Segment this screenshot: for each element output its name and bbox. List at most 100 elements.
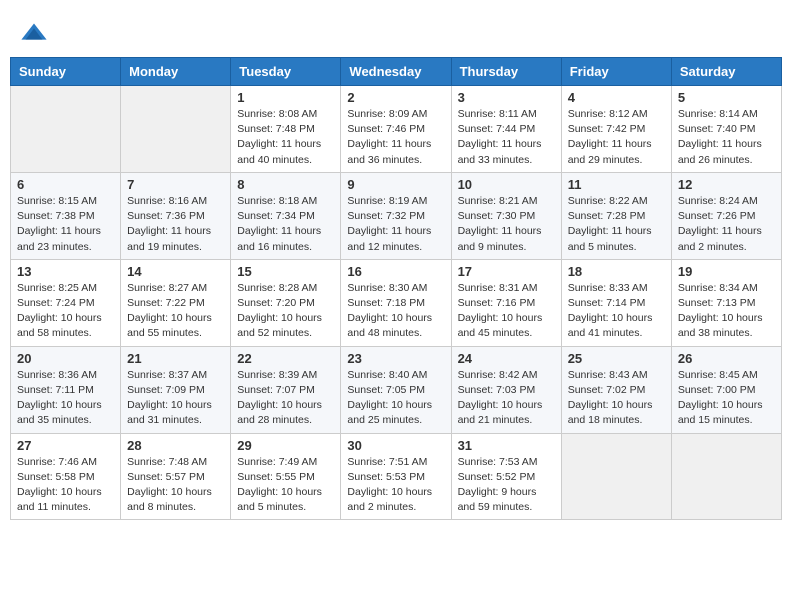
day-number: 11 — [568, 177, 665, 192]
calendar-week-2: 6 Sunrise: 8:15 AMSunset: 7:38 PMDaylight… — [11, 172, 782, 259]
calendar-week-4: 20 Sunrise: 8:36 AMSunset: 7:11 PMDayligh… — [11, 346, 782, 433]
calendar-cell: 13 Sunrise: 8:25 AMSunset: 7:24 PMDayligh… — [11, 259, 121, 346]
calendar-week-1: 1 Sunrise: 8:08 AMSunset: 7:48 PMDaylight… — [11, 86, 782, 173]
day-info: Sunrise: 8:14 AMSunset: 7:40 PMDaylight:… — [678, 107, 775, 168]
day-info: Sunrise: 7:53 AMSunset: 5:52 PMDaylight:… — [458, 455, 555, 516]
day-info: Sunrise: 8:18 AMSunset: 7:34 PMDaylight:… — [237, 194, 334, 255]
day-info: Sunrise: 8:42 AMSunset: 7:03 PMDaylight:… — [458, 368, 555, 429]
day-number: 25 — [568, 351, 665, 366]
day-number: 1 — [237, 90, 334, 105]
day-number: 24 — [458, 351, 555, 366]
day-number: 30 — [347, 438, 444, 453]
day-info: Sunrise: 8:36 AMSunset: 7:11 PMDaylight:… — [17, 368, 114, 429]
day-header-sunday: Sunday — [11, 58, 121, 86]
day-header-monday: Monday — [121, 58, 231, 86]
day-info: Sunrise: 7:48 AMSunset: 5:57 PMDaylight:… — [127, 455, 224, 516]
calendar-cell: 22 Sunrise: 8:39 AMSunset: 7:07 PMDayligh… — [231, 346, 341, 433]
calendar-cell: 28 Sunrise: 7:48 AMSunset: 5:57 PMDayligh… — [121, 433, 231, 520]
day-info: Sunrise: 7:49 AMSunset: 5:55 PMDaylight:… — [237, 455, 334, 516]
calendar-cell: 21Sunrise: 8:37 AMSunset: 7:09 PMDayligh… — [121, 346, 231, 433]
day-info: Sunrise: 8:43 AMSunset: 7:02 PMDaylight:… — [568, 368, 665, 429]
calendar-cell: 25 Sunrise: 8:43 AMSunset: 7:02 PMDayligh… — [561, 346, 671, 433]
day-number: 8 — [237, 177, 334, 192]
calendar-week-5: 27 Sunrise: 7:46 AMSunset: 5:58 PMDayligh… — [11, 433, 782, 520]
day-info: Sunrise: 8:39 AMSunset: 7:07 PMDaylight:… — [237, 368, 334, 429]
day-header-thursday: Thursday — [451, 58, 561, 86]
day-number: 31 — [458, 438, 555, 453]
day-number: 17 — [458, 264, 555, 279]
calendar-cell: 17 Sunrise: 8:31 AMSunset: 7:16 PMDayligh… — [451, 259, 561, 346]
day-number: 16 — [347, 264, 444, 279]
day-header-tuesday: Tuesday — [231, 58, 341, 86]
calendar-cell: 16 Sunrise: 8:30 AMSunset: 7:18 PMDayligh… — [341, 259, 451, 346]
day-number: 20 — [17, 351, 114, 366]
day-info: Sunrise: 8:15 AMSunset: 7:38 PMDaylight:… — [17, 194, 114, 255]
calendar-cell: 23 Sunrise: 8:40 AMSunset: 7:05 PMDayligh… — [341, 346, 451, 433]
day-number: 13 — [17, 264, 114, 279]
day-info: Sunrise: 8:34 AMSunset: 7:13 PMDaylight:… — [678, 281, 775, 342]
day-info: Sunrise: 8:24 AMSunset: 7:26 PMDaylight:… — [678, 194, 775, 255]
calendar-cell: 6 Sunrise: 8:15 AMSunset: 7:38 PMDaylight… — [11, 172, 121, 259]
day-info: Sunrise: 8:09 AMSunset: 7:46 PMDaylight:… — [347, 107, 444, 168]
calendar-table: SundayMondayTuesdayWednesdayThursdayFrid… — [10, 57, 782, 520]
day-info: Sunrise: 8:21 AMSunset: 7:30 PMDaylight:… — [458, 194, 555, 255]
calendar-cell: 27 Sunrise: 7:46 AMSunset: 5:58 PMDayligh… — [11, 433, 121, 520]
calendar-cell: 2 Sunrise: 8:09 AMSunset: 7:46 PMDaylight… — [341, 86, 451, 173]
day-number: 27 — [17, 438, 114, 453]
day-info: Sunrise: 8:11 AMSunset: 7:44 PMDaylight:… — [458, 107, 555, 168]
day-header-friday: Friday — [561, 58, 671, 86]
day-number: 12 — [678, 177, 775, 192]
calendar-cell: 7Sunrise: 8:16 AMSunset: 7:36 PMDaylight… — [121, 172, 231, 259]
day-info: Sunrise: 8:25 AMSunset: 7:24 PMDaylight:… — [17, 281, 114, 342]
day-info: Sunrise: 8:40 AMSunset: 7:05 PMDaylight:… — [347, 368, 444, 429]
calendar-cell: 31 Sunrise: 7:53 AMSunset: 5:52 PMDayligh… — [451, 433, 561, 520]
calendar-cell: 12 Sunrise: 8:24 AMSunset: 7:26 PMDayligh… — [671, 172, 781, 259]
day-number: 9 — [347, 177, 444, 192]
calendar-cell: 11 Sunrise: 8:22 AMSunset: 7:28 PMDayligh… — [561, 172, 671, 259]
day-info: Sunrise: 8:12 AMSunset: 7:42 PMDaylight:… — [568, 107, 665, 168]
day-number: 7 — [127, 177, 224, 192]
day-number: 26 — [678, 351, 775, 366]
day-info: Sunrise: 8:31 AMSunset: 7:16 PMDaylight:… — [458, 281, 555, 342]
day-number: 22 — [237, 351, 334, 366]
calendar-cell: 9 Sunrise: 8:19 AMSunset: 7:32 PMDaylight… — [341, 172, 451, 259]
day-info: Sunrise: 8:33 AMSunset: 7:14 PMDaylight:… — [568, 281, 665, 342]
day-info: Sunrise: 8:28 AMSunset: 7:20 PMDaylight:… — [237, 281, 334, 342]
day-info: Sunrise: 8:37 AMSunset: 7:09 PMDaylight:… — [127, 368, 224, 429]
calendar-cell: 15Sunrise: 8:28 AMSunset: 7:20 PMDayligh… — [231, 259, 341, 346]
calendar-cell: 14 Sunrise: 8:27 AMSunset: 7:22 PMDayligh… — [121, 259, 231, 346]
calendar-cell: 24 Sunrise: 8:42 AMSunset: 7:03 PMDayligh… — [451, 346, 561, 433]
day-number: 29 — [237, 438, 334, 453]
day-number: 28 — [127, 438, 224, 453]
calendar-cell: 30Sunrise: 7:51 AMSunset: 5:53 PMDayligh… — [341, 433, 451, 520]
day-info: Sunrise: 8:22 AMSunset: 7:28 PMDaylight:… — [568, 194, 665, 255]
calendar-week-3: 13 Sunrise: 8:25 AMSunset: 7:24 PMDayligh… — [11, 259, 782, 346]
day-info: Sunrise: 7:46 AMSunset: 5:58 PMDaylight:… — [17, 455, 114, 516]
calendar-body: 1 Sunrise: 8:08 AMSunset: 7:48 PMDaylight… — [11, 86, 782, 520]
day-number: 2 — [347, 90, 444, 105]
calendar-cell: 10Sunrise: 8:21 AMSunset: 7:30 PMDayligh… — [451, 172, 561, 259]
calendar-cell: 26 Sunrise: 8:45 AMSunset: 7:00 PMDayligh… — [671, 346, 781, 433]
calendar-cell: 29 Sunrise: 7:49 AMSunset: 5:55 PMDayligh… — [231, 433, 341, 520]
calendar-cell — [121, 86, 231, 173]
calendar-cell: 18Sunrise: 8:33 AMSunset: 7:14 PMDayligh… — [561, 259, 671, 346]
day-info: Sunrise: 8:08 AMSunset: 7:48 PMDaylight:… — [237, 107, 334, 168]
day-info: Sunrise: 8:27 AMSunset: 7:22 PMDaylight:… — [127, 281, 224, 342]
calendar-cell: 5 Sunrise: 8:14 AMSunset: 7:40 PMDaylight… — [671, 86, 781, 173]
calendar-cell: 1 Sunrise: 8:08 AMSunset: 7:48 PMDaylight… — [231, 86, 341, 173]
day-number: 3 — [458, 90, 555, 105]
day-info: Sunrise: 8:30 AMSunset: 7:18 PMDaylight:… — [347, 281, 444, 342]
page-header — [10, 10, 782, 53]
day-info: Sunrise: 8:45 AMSunset: 7:00 PMDaylight:… — [678, 368, 775, 429]
day-header-wednesday: Wednesday — [341, 58, 451, 86]
calendar-cell: 4Sunrise: 8:12 AMSunset: 7:42 PMDaylight… — [561, 86, 671, 173]
calendar-cell: 20 Sunrise: 8:36 AMSunset: 7:11 PMDayligh… — [11, 346, 121, 433]
day-number: 14 — [127, 264, 224, 279]
day-number: 5 — [678, 90, 775, 105]
day-number: 6 — [17, 177, 114, 192]
calendar-cell — [671, 433, 781, 520]
calendar-cell: 3 Sunrise: 8:11 AMSunset: 7:44 PMDaylight… — [451, 86, 561, 173]
day-info: Sunrise: 8:19 AMSunset: 7:32 PMDaylight:… — [347, 194, 444, 255]
calendar-cell — [561, 433, 671, 520]
day-number: 23 — [347, 351, 444, 366]
